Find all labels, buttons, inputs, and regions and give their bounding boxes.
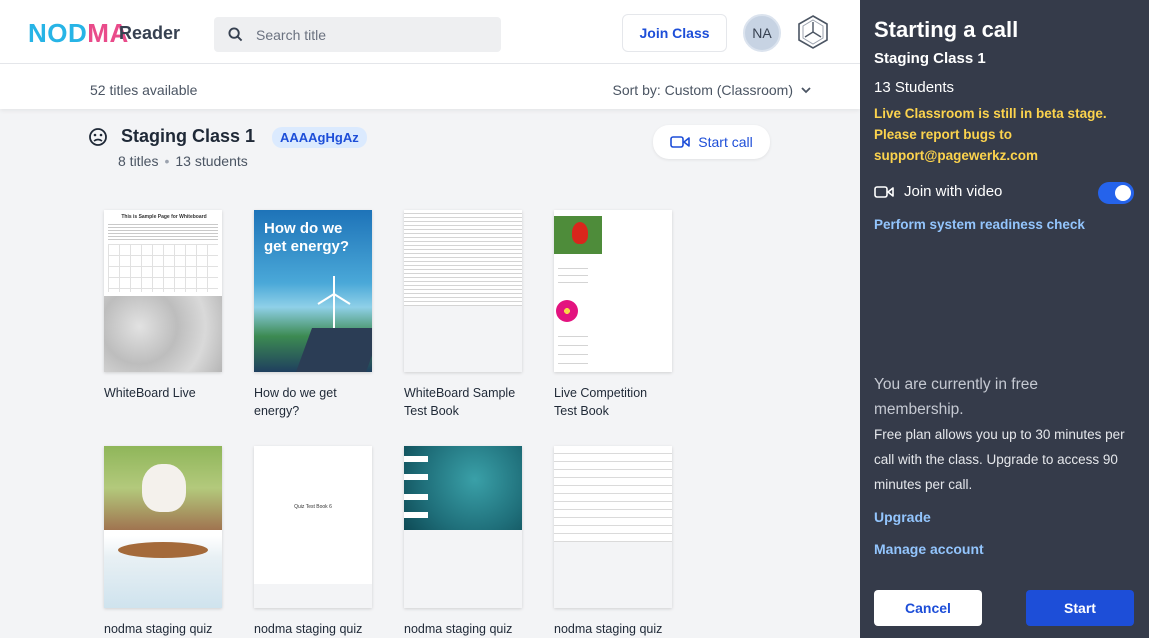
- panel-students-count: 13 Students: [874, 79, 955, 96]
- logo-part-3: D: [68, 18, 88, 48]
- book-cover[interactable]: Quiz Test Book 6: [254, 446, 372, 608]
- logo-part-4: M: [87, 18, 110, 48]
- sub-bar: 52 titles available Sort by: Custom (Cla…: [0, 64, 860, 109]
- class-students-count: 13 students: [175, 153, 248, 169]
- search-icon: [228, 27, 243, 42]
- toggle-knob: [1115, 185, 1131, 201]
- start-button[interactable]: Start: [1026, 590, 1134, 626]
- logo-part-2: O: [47, 18, 69, 48]
- manage-account-link[interactable]: Manage account: [874, 541, 984, 557]
- sort-label: Sort by: Custom (Classroom): [612, 82, 793, 98]
- start-call-button[interactable]: Start call: [653, 125, 770, 159]
- class-meta: 8 titles • 13 students: [118, 153, 248, 169]
- book-cover[interactable]: [554, 446, 672, 608]
- app-name: Reader: [119, 23, 181, 43]
- cover-heading: This is Sample Page for Whiteboard: [121, 214, 207, 220]
- book-cover[interactable]: [404, 210, 522, 372]
- wind-turbine-image: [317, 276, 351, 334]
- chevron-down-icon: [801, 86, 811, 93]
- book-title: nodma staging quiz: [404, 622, 513, 636]
- readiness-check-link[interactable]: Perform system readiness check: [874, 217, 1085, 232]
- book-title: Live Competition Test Book: [554, 386, 648, 418]
- sort-dropdown[interactable]: Sort by: Custom (Classroom): [613, 82, 811, 98]
- titles-count: 52 titles available: [90, 82, 198, 98]
- video-camera-icon: [874, 185, 894, 198]
- separator-dot: •: [164, 153, 170, 169]
- top-bar: NODMA Reader Join Class NA: [0, 0, 860, 64]
- join-class-button[interactable]: Join Class: [622, 14, 727, 52]
- starting-call-panel: Starting a call Staging Class 1 13 Stude…: [860, 0, 1149, 638]
- cover-title-text: Quiz Test Book 6: [294, 504, 332, 510]
- class-code-badge[interactable]: AAAAgHgAz: [272, 127, 367, 148]
- video-camera-icon: [670, 136, 691, 148]
- beta-notice: Live Classroom is still in beta stage. P…: [874, 106, 1107, 163]
- hexagon-logo-icon[interactable]: [797, 14, 829, 50]
- book-title: WhiteBoard Sample Test Book: [404, 386, 516, 418]
- book-title: nodma staging quiz: [254, 622, 363, 636]
- book-title: nodma staging quiz: [104, 622, 213, 636]
- plan-info-text: Free plan allows you up to 30 minutes pe…: [874, 427, 1125, 492]
- panel-title: Starting a call: [874, 17, 1019, 42]
- free-membership-text: You are currently in free membership.: [874, 376, 1038, 418]
- panel-class-name: Staging Class 1: [874, 50, 986, 67]
- book-cover[interactable]: This is Sample Page for Whiteboard: [104, 210, 222, 372]
- class-name: Staging Class 1: [121, 126, 256, 146]
- nodma-logo[interactable]: NODMA: [28, 18, 129, 49]
- book-cover[interactable]: [404, 446, 522, 608]
- join-with-video-row: Join with video: [874, 183, 1002, 200]
- class-titles-count: 8 titles: [118, 153, 159, 169]
- book-cover[interactable]: [554, 210, 672, 372]
- avatar[interactable]: NA: [743, 14, 781, 52]
- book-cover[interactable]: How do we get energy?: [254, 210, 372, 372]
- join-with-video-label: Join with video: [904, 183, 1003, 200]
- book-title: WhiteBoard Live: [104, 386, 196, 400]
- start-call-label: Start call: [698, 134, 753, 150]
- cancel-button[interactable]: Cancel: [874, 590, 982, 626]
- search-box[interactable]: [214, 17, 501, 52]
- logo-part-1: N: [28, 18, 48, 48]
- book-title: nodma staging quiz: [554, 622, 663, 636]
- class-face-icon: [89, 128, 107, 146]
- book-cover[interactable]: [104, 446, 222, 608]
- upgrade-link[interactable]: Upgrade: [874, 509, 931, 525]
- join-with-video-toggle[interactable]: [1098, 182, 1134, 204]
- cover-title-text: How do we get energy?: [264, 220, 350, 255]
- search-input[interactable]: [256, 17, 496, 52]
- book-title: How do we get energy?: [254, 386, 337, 418]
